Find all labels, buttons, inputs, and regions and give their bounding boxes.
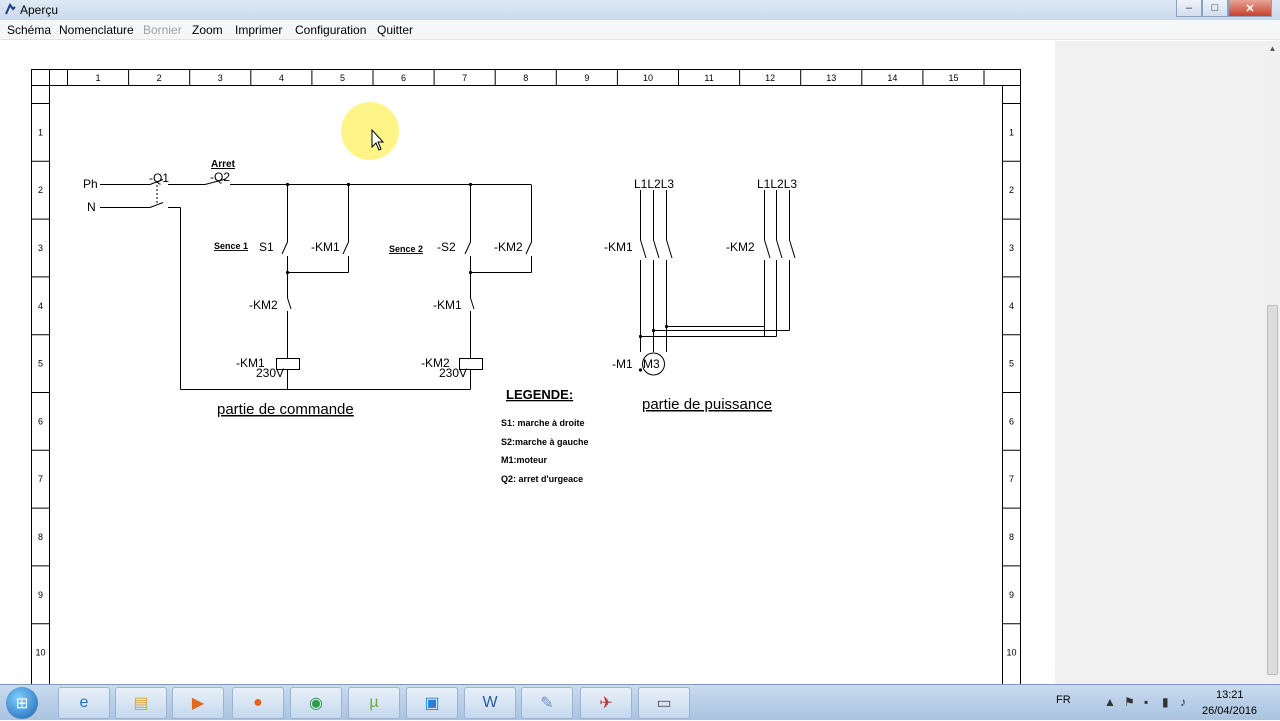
row-label: 5 (1009, 359, 1014, 369)
cursor-highlight (341, 102, 399, 160)
clock-time[interactable]: 13:21 (1216, 689, 1244, 701)
taskbar-firefox[interactable]: ● (232, 687, 284, 719)
column-label: 12 (765, 73, 775, 83)
taskbar-word[interactable]: W (464, 687, 516, 719)
utorrent-icon: µ (369, 694, 379, 711)
column-label: 4 (279, 73, 284, 83)
firefox-icon: ● (253, 694, 263, 711)
sheet-frame (31, 69, 1021, 684)
column-label: 15 (948, 73, 958, 83)
column-label: 6 (401, 73, 406, 83)
row-label: 8 (38, 532, 43, 542)
word-icon: W (482, 694, 498, 711)
media-player-icon: ▶ (191, 695, 205, 712)
column-label: 9 (584, 73, 589, 83)
tray-app-icon[interactable]: ▪ (1144, 695, 1148, 709)
show-hidden-icons-icon[interactable]: ▲ (1104, 695, 1116, 709)
column-label: 5 (340, 73, 345, 83)
photo-viewer-icon: ▣ (424, 695, 440, 712)
junction-dots (285, 182, 473, 275)
row-label: 1 (38, 127, 43, 137)
taskbar-internet-explorer[interactable]: e (58, 687, 110, 719)
schematic-sheet: 1 2 3 4 5 6 7 8 9 10 11 12 13 14 15 1 12 23 34 45 56 67 78 89 9… (31, 69, 1021, 684)
column-grid: 1 2 3 4 5 6 7 8 9 10 11 12 13 14 15 (67, 69, 985, 86)
row-label: 3 (38, 243, 43, 253)
chrome-icon: ◉ (309, 695, 323, 712)
taskbar-utorrent[interactable]: µ (348, 687, 400, 719)
application-window-icon: ▭ (656, 695, 672, 712)
column-label: 10 (643, 73, 653, 83)
clock-date[interactable]: 26/04/2016 (1202, 705, 1257, 717)
action-center-icon[interactable]: ⚑ (1124, 695, 1135, 709)
taskbar-media-player[interactable]: ▶ (172, 687, 224, 719)
taskbar: ⊞ e ▤ ▶ ● ◉ µ ▣ W ✎ ✈ ▭ FR ▲ ⚑ ▪ ▮ ♪ 13:… (0, 684, 1280, 720)
row-label: 1 (1009, 127, 1014, 137)
taskbar-application-window[interactable]: ▭ (638, 687, 690, 719)
control-circuit (100, 178, 532, 390)
row-label: 10 (1006, 648, 1016, 658)
column-label: 11 (704, 73, 713, 83)
row-label: 4 (38, 301, 43, 311)
column-label: 1 (96, 73, 101, 83)
column-label: 3 (218, 73, 223, 83)
start-button[interactable]: ⊞ (6, 687, 38, 719)
column-label: 7 (462, 73, 467, 83)
row-label: 9 (1009, 590, 1014, 600)
windows-logo-icon: ⊞ (15, 695, 29, 712)
taskbar-chrome[interactable]: ◉ (290, 687, 342, 719)
volume-icon[interactable]: ♪ (1180, 695, 1186, 709)
row-grid: 1 1 2 2 3 3 4 4 5 5 6 6 7 7 8 8 9 9 10 10 (31, 103, 1021, 658)
language-indicator[interactable]: FR (1056, 694, 1071, 706)
row-label: 7 (1009, 474, 1014, 484)
system-tray: FR ▲ ⚑ ▪ ▮ ♪ 13:21 26/04/2016 (1040, 685, 1280, 721)
internet-explorer-icon: e (79, 694, 89, 711)
row-label: 7 (38, 474, 43, 484)
row-label: 4 (1009, 301, 1014, 311)
column-label: 14 (887, 73, 897, 83)
folder-icon: ▤ (133, 695, 149, 712)
column-label: 2 (157, 73, 162, 83)
taskbar-paint[interactable]: ✎ (521, 687, 573, 719)
taskbar-file-manager[interactable]: ▤ (115, 687, 167, 719)
drawing-tool-icon: ✈ (599, 695, 613, 712)
row-label: 2 (38, 185, 43, 195)
row-label: 9 (38, 590, 43, 600)
taskbar-photo-viewer[interactable]: ▣ (406, 687, 458, 719)
row-label: 3 (1009, 243, 1014, 253)
row-label: 6 (1009, 416, 1014, 426)
row-label: 2 (1009, 185, 1014, 195)
row-label: 6 (38, 416, 43, 426)
row-label: 5 (38, 359, 43, 369)
paint-icon: ✎ (540, 695, 554, 712)
column-label: 8 (523, 73, 528, 83)
taskbar-drawing-tool[interactable]: ✈ (580, 687, 632, 719)
column-label: 13 (826, 73, 836, 83)
row-label: 8 (1009, 532, 1014, 542)
power-circuit (640, 190, 796, 376)
row-label: 10 (35, 648, 45, 658)
network-icon[interactable]: ▮ (1162, 695, 1169, 709)
